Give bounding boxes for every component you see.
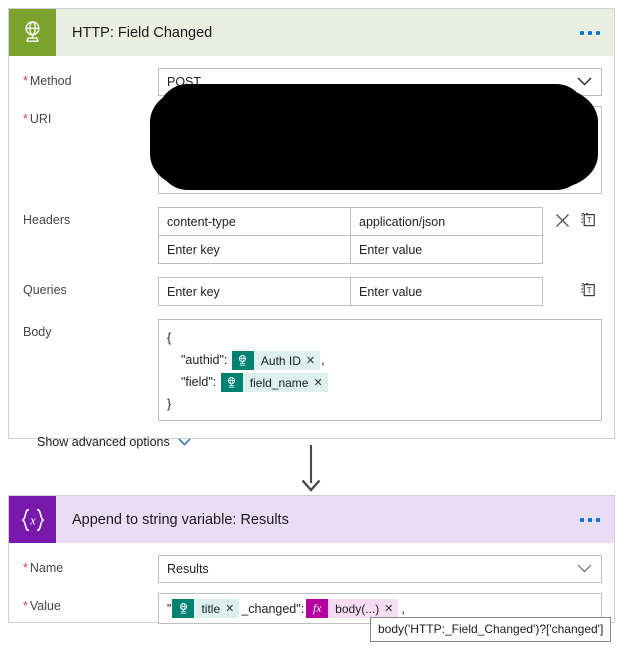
token-title[interactable]: title ✕: [172, 599, 240, 618]
field-row-queries: Queries Enter key Enter value T: [9, 277, 614, 306]
queries-key-0[interactable]: Enter key: [158, 277, 351, 306]
globe-network-icon: [172, 599, 195, 618]
token-remove-icon[interactable]: ✕: [384, 599, 399, 618]
expression-tooltip: body('HTTP:_Field_Changed')?['changed']: [370, 617, 612, 642]
card-title-http: HTTP: Field Changed: [72, 24, 213, 41]
append-variable-form-body: * Name Results * Value " title ✕ _change…: [9, 555, 614, 624]
globe-network-icon: [9, 9, 56, 56]
queries-value-0[interactable]: Enter value: [350, 277, 543, 306]
value-quote-open: ": [167, 601, 172, 616]
chevron-down-icon: [577, 562, 592, 576]
field-name: Results: [158, 555, 602, 583]
table-row[interactable]: Enter key Enter value: [158, 277, 543, 306]
show-advanced-options-label: Show advanced options: [37, 435, 170, 449]
queries-grid: Enter key Enter value: [158, 277, 543, 306]
card-menu-button-append-variable[interactable]: [580, 517, 600, 522]
fx-glyph: fx: [313, 602, 322, 615]
variable-braces-x-icon: x: [9, 496, 56, 543]
field-queries: Enter key Enter value T: [158, 277, 595, 306]
globe-network-icon: [220, 373, 243, 393]
headers-grid: content-type application/json Enter key …: [158, 207, 543, 264]
body-editor[interactable]: { "authid": Auth ID ✕ , "field": field_n…: [158, 319, 602, 421]
token-label: field_name: [242, 373, 314, 393]
card-header-append-variable[interactable]: x Append to string variable: Results: [9, 496, 614, 543]
token-field-name[interactable]: field_name ✕: [220, 373, 328, 393]
label-headers: Headers: [23, 213, 71, 227]
token-label: body(...): [328, 599, 385, 618]
field-row-body: Body { "authid": Auth ID ✕ , "field": fi…: [9, 319, 614, 421]
table-row[interactable]: Enter key Enter value: [158, 235, 543, 264]
value-trailing: ,: [401, 601, 405, 616]
value-mid-text: _changed":: [241, 601, 305, 616]
body-key-field: "field":: [181, 375, 217, 389]
headers-value-1[interactable]: Enter value: [350, 235, 543, 264]
action-card-append-variable[interactable]: x Append to string variable: Results * Na…: [8, 495, 615, 624]
name-value: Results: [167, 562, 209, 576]
card-title-append-variable: Append to string variable: Results: [72, 511, 289, 528]
flow-arrow-down: [297, 445, 325, 496]
label-queries: Queries: [23, 283, 67, 297]
table-row[interactable]: content-type application/json: [158, 207, 543, 236]
svg-text:T: T: [587, 216, 592, 225]
field-body: { "authid": Auth ID ✕ , "field": field_n…: [158, 319, 602, 421]
label-method: * Method: [23, 74, 72, 88]
field-row-headers: Headers content-type application/json En…: [9, 207, 614, 264]
field-headers: content-type application/json Enter key …: [158, 207, 595, 264]
label-name: * Name: [23, 561, 64, 575]
body-line-open: {: [167, 331, 172, 345]
token-label: title: [194, 599, 226, 618]
redacted-uri-overlay-2: [158, 84, 586, 190]
headers-row-actions: T: [555, 212, 597, 231]
card-header-http[interactable]: HTTP: Field Changed: [9, 9, 614, 56]
chevron-down-icon: [577, 75, 592, 89]
svg-text:T: T: [587, 286, 592, 295]
switch-to-text-mode-icon[interactable]: T: [581, 212, 597, 231]
required-asterisk: *: [23, 112, 28, 126]
expression-tooltip-text: body('HTTP:_Field_Changed')?['changed']: [378, 622, 604, 636]
field-row-name: * Name Results: [9, 555, 614, 583]
queries-row-actions: T: [581, 282, 597, 301]
label-value: * Value: [23, 599, 61, 613]
body-line-authid: "authid": Auth ID ✕ ,: [167, 349, 593, 371]
chevron-down-icon: [178, 435, 191, 449]
fx-icon: fx: [306, 599, 329, 618]
token-expression-body[interactable]: fx body(...) ✕: [306, 599, 399, 618]
label-uri: * URI: [23, 112, 52, 126]
body-line-field: "field": field_name ✕: [167, 371, 593, 393]
token-remove-icon[interactable]: ✕: [313, 373, 328, 393]
svg-text:x: x: [29, 513, 36, 527]
headers-key-0[interactable]: content-type: [158, 207, 351, 236]
required-asterisk: *: [23, 74, 28, 88]
body-line-close: }: [167, 397, 172, 411]
action-card-http[interactable]: HTTP: Field Changed * Method POST * URI …: [8, 8, 615, 449]
name-dropdown[interactable]: Results: [158, 555, 602, 583]
token-auth-id[interactable]: Auth ID ✕: [231, 351, 321, 371]
token-label: Auth ID: [253, 351, 306, 371]
body-key-authid: "authid":: [181, 353, 228, 367]
headers-value-0[interactable]: application/json: [350, 207, 543, 236]
body-line1-suffix: ,: [321, 353, 325, 367]
label-body: Body: [23, 325, 52, 339]
token-remove-icon[interactable]: ✕: [225, 599, 240, 618]
globe-network-icon: [231, 351, 254, 371]
power-automate-flow-designer: HTTP: Field Changed * Method POST * URI …: [0, 0, 623, 647]
delete-header-row-icon[interactable]: [555, 213, 570, 231]
switch-to-text-mode-icon[interactable]: T: [581, 282, 597, 301]
card-menu-button-http[interactable]: [580, 30, 600, 35]
headers-key-1[interactable]: Enter key: [158, 235, 351, 264]
token-remove-icon[interactable]: ✕: [305, 351, 321, 371]
required-asterisk: *: [23, 561, 28, 575]
required-asterisk: *: [23, 599, 28, 613]
